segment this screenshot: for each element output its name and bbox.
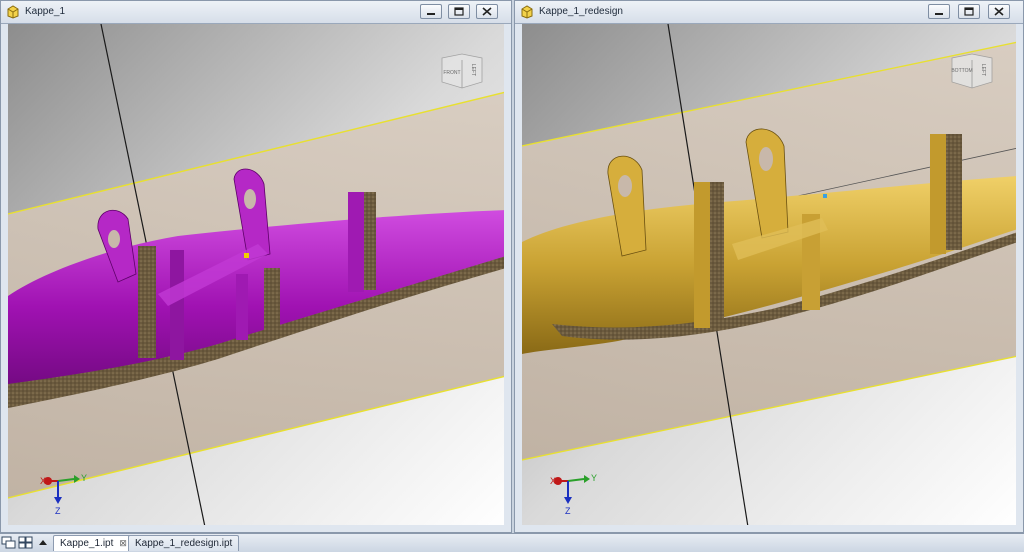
viewcube-icon[interactable]: BOTTOM LEFT <box>946 50 996 90</box>
axis-triad-icon: X Y Z <box>40 473 87 516</box>
document-window-left[interactable]: Kappe_1 FRONT LEFT X Y Z <box>0 0 512 533</box>
model-scene-left <box>8 24 504 525</box>
minimize-icon <box>427 13 435 15</box>
3d-viewport-right[interactable]: BOTTOM LEFT X Y Z <box>522 24 1016 525</box>
viewcube-left-face: LEFT <box>470 64 476 76</box>
axis-z-label: Z <box>55 506 61 516</box>
window-title: Kappe_1 <box>25 6 66 17</box>
model-scene-right <box>522 24 1016 525</box>
axis-x-label: X <box>40 476 46 486</box>
document-window-right[interactable]: Kappe_1_redesign BOTTOM LEFT X Y Z <box>514 0 1024 533</box>
tab-close-icon[interactable]: ⊠ <box>119 538 127 548</box>
restore-icon <box>454 7 464 16</box>
tab-label: Kappe_1.ipt <box>60 538 114 549</box>
minimize-button[interactable] <box>928 4 950 19</box>
viewcube-front-face: BOTTOM <box>951 68 972 74</box>
tile-windows-icon[interactable] <box>18 535 34 550</box>
viewcube-left-face: LEFT <box>980 64 986 76</box>
close-button[interactable] <box>988 4 1010 19</box>
restore-icon <box>964 7 974 16</box>
close-button[interactable] <box>476 4 498 19</box>
close-icon <box>482 7 492 16</box>
axis-triad-icon: X Y Z <box>550 473 597 516</box>
window-titlebar[interactable]: Kappe_1 <box>1 1 511 24</box>
tab-list-up-icon[interactable] <box>35 535 51 550</box>
tab-label: Kappe_1_redesign.ipt <box>135 538 233 549</box>
minimize-icon <box>935 13 943 15</box>
minimize-button[interactable] <box>420 4 442 19</box>
part-file-icon <box>521 5 533 19</box>
3d-viewport-left[interactable]: FRONT LEFT X Y Z <box>8 24 504 525</box>
viewcube-icon[interactable]: FRONT LEFT <box>436 50 486 90</box>
window-title: Kappe_1_redesign <box>539 6 623 17</box>
document-tab-bar: Kappe_1.ipt ⊠ Kappe_1_redesign.ipt <box>0 533 1024 552</box>
close-icon <box>994 7 1004 16</box>
axis-x-label: X <box>550 476 556 486</box>
viewcube-front-face: FRONT <box>443 70 460 76</box>
axis-y-label: Y <box>591 473 597 483</box>
axis-z-label: Z <box>565 506 571 516</box>
tab-kappe-1[interactable]: Kappe_1.ipt ⊠ <box>53 535 134 551</box>
axis-y-label: Y <box>81 473 87 483</box>
restore-button[interactable] <box>448 4 470 19</box>
cascade-windows-icon[interactable] <box>1 535 17 550</box>
part-file-icon <box>7 5 19 19</box>
window-titlebar[interactable]: Kappe_1_redesign <box>515 1 1023 24</box>
tab-kappe-1-redesign[interactable]: Kappe_1_redesign.ipt <box>128 535 240 551</box>
restore-button[interactable] <box>958 4 980 19</box>
